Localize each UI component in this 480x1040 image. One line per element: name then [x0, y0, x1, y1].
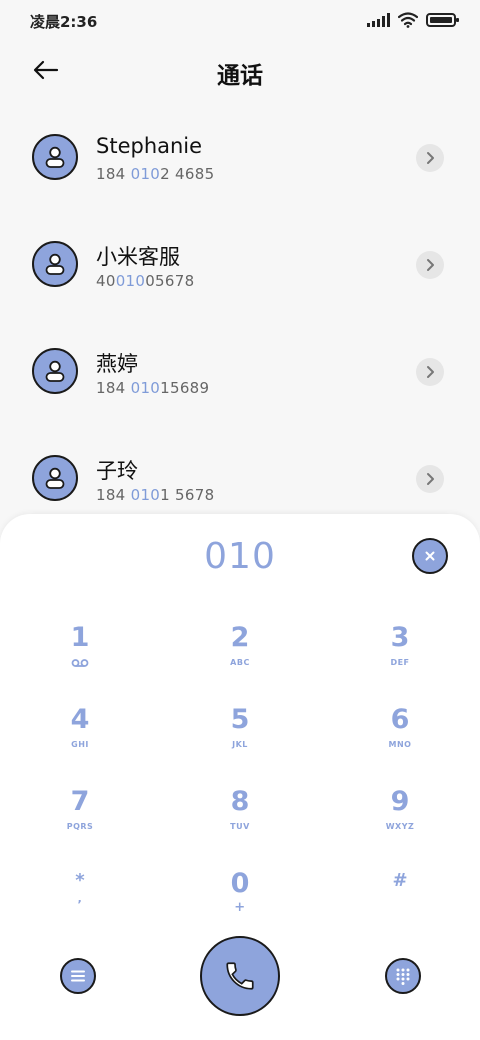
avatar [32, 241, 78, 287]
person-icon [45, 360, 65, 382]
key-digit: 0 [230, 868, 250, 899]
number-suffix: 05678 [145, 272, 195, 290]
key-letters: JKL [232, 740, 248, 749]
contact-detail-button[interactable] [416, 144, 444, 172]
contact-row[interactable]: 燕婷 184 01015689 [0, 318, 480, 425]
voicemail-icon [71, 659, 89, 667]
call-button[interactable] [200, 936, 280, 1016]
key-4[interactable]: 4 GHI [20, 704, 140, 774]
header: 通话 [0, 44, 480, 96]
avatar [32, 348, 78, 394]
key-letters: , [77, 892, 83, 905]
key-0[interactable]: 0 + [180, 868, 300, 938]
dialpad-grid-icon [396, 968, 410, 985]
contact-detail-button[interactable] [416, 251, 444, 279]
key-digit: 3 [390, 622, 410, 653]
person-icon [45, 253, 65, 275]
contact-detail-button[interactable] [416, 358, 444, 386]
key-letters: ABC [230, 658, 250, 667]
contact-name: 燕婷 [96, 352, 138, 376]
chevron-right-icon [427, 366, 434, 378]
avatar [32, 455, 78, 501]
contact-row[interactable]: 小米客服 4001005678 [0, 211, 480, 318]
key-digit: # [392, 870, 408, 891]
avatar [32, 134, 78, 180]
status-time: 凌晨2:36 [30, 13, 98, 31]
key-1[interactable]: 1 [20, 622, 140, 692]
key-letters: WXYZ [385, 822, 415, 831]
contact-detail-button[interactable] [416, 465, 444, 493]
key-digit: 4 [70, 704, 90, 735]
phone-icon [226, 962, 254, 990]
person-icon [45, 146, 65, 168]
number-prefix: 184 [96, 379, 131, 397]
contact-name: 子玲 [96, 459, 138, 483]
key-3[interactable]: 3 DEF [340, 622, 460, 692]
number-prefix: 40 [96, 272, 116, 290]
key-digit: 6 [390, 704, 410, 735]
key-digit: 5 [230, 704, 250, 735]
person-icon [45, 467, 65, 489]
signal-icon [367, 13, 390, 27]
key-6[interactable]: 6 MNO [340, 704, 460, 774]
key-8[interactable]: 8 TUV [180, 786, 300, 856]
close-icon [425, 551, 435, 561]
status-icons [367, 12, 459, 28]
keypad-toggle-button[interactable] [385, 958, 421, 994]
chevron-right-icon [427, 259, 434, 271]
contact-number: 184 0101 5678 [96, 486, 214, 504]
key-letters: MNO [388, 740, 412, 749]
battery-icon [426, 13, 459, 27]
number-match: 010 [115, 272, 146, 290]
clear-button[interactable] [412, 538, 448, 574]
key-digit: 7 [70, 786, 90, 817]
menu-button[interactable] [60, 958, 96, 994]
key-letters: GHI [71, 740, 89, 749]
number-suffix: 15689 [160, 379, 210, 397]
key-letters: + [234, 900, 246, 915]
contact-number: 184 01015689 [96, 379, 209, 397]
dialpad-sheet: 010 1 2 ABC 3 DEF 4 GHI 5 JKL 6 MNO 7 PQ… [0, 514, 480, 1040]
key-digit: 2 [230, 622, 250, 653]
key-letters: TUV [230, 822, 250, 831]
key-9[interactable]: 9 WXYZ [340, 786, 460, 856]
key-2[interactable]: 2 ABC [180, 622, 300, 692]
key-star[interactable]: * , [20, 870, 140, 940]
chevron-right-icon [427, 473, 434, 485]
key-digit: 1 [70, 622, 90, 653]
key-letters: PQRS [66, 822, 94, 831]
menu-icon [71, 970, 85, 982]
chevron-right-icon [427, 152, 434, 164]
contact-row[interactable]: Stephanie 184 0102 4685 [0, 104, 480, 211]
status-bar: 凌晨2:36 [0, 0, 480, 40]
contact-name: 小米客服 [96, 245, 180, 269]
number-suffix: 2 4685 [160, 165, 215, 183]
key-digit: 8 [230, 786, 250, 817]
number-match: 010 [130, 379, 161, 397]
contact-list: Stephanie 184 0102 4685 小米客服 4001005678 [0, 104, 480, 532]
key-5[interactable]: 5 JKL [180, 704, 300, 774]
key-letters: DEF [390, 658, 410, 667]
number-prefix: 184 [96, 486, 131, 504]
key-digit: 9 [390, 786, 410, 817]
contact-name: Stephanie [96, 134, 203, 158]
dialed-number: 010 [204, 536, 276, 577]
page-title: 通话 [217, 63, 263, 89]
wifi-icon [398, 12, 418, 28]
contact-number: 184 0102 4685 [96, 165, 214, 183]
number-match: 010 [130, 165, 161, 183]
key-7[interactable]: 7 PQRS [20, 786, 140, 856]
contact-number: 4001005678 [96, 272, 194, 290]
number-suffix: 1 5678 [160, 486, 215, 504]
number-prefix: 184 [96, 165, 131, 183]
key-digit: * [75, 870, 85, 891]
key-hash[interactable]: # [340, 870, 460, 940]
number-match: 010 [130, 486, 161, 504]
